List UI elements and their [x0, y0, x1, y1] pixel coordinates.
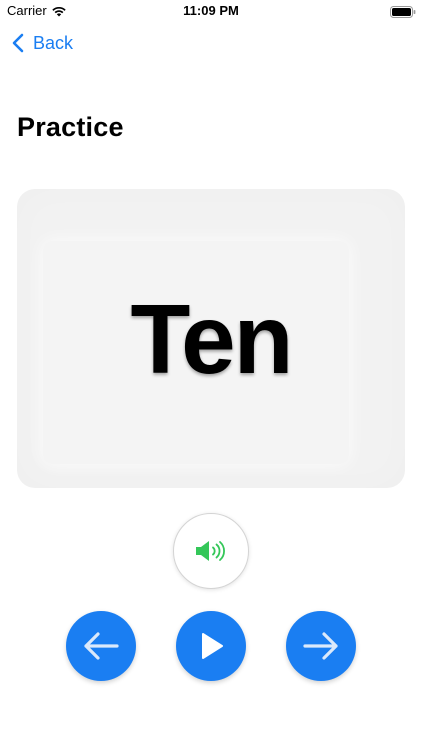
status-bar: Carrier 11:09 PM [0, 0, 422, 22]
arrow-left-icon [81, 631, 121, 661]
speak-button[interactable] [173, 513, 249, 589]
speaker-icon [194, 539, 228, 563]
next-button[interactable] [286, 611, 356, 681]
flash-card[interactable]: Ten [17, 189, 405, 488]
card-word: Ten [130, 284, 294, 394]
play-button[interactable] [176, 611, 246, 681]
play-icon [197, 631, 225, 661]
status-time: 11:09 PM [183, 3, 239, 18]
arrow-right-icon [301, 631, 341, 661]
chevron-left-icon [12, 33, 24, 53]
back-button[interactable]: Back [12, 30, 73, 56]
page-title: Practice [17, 112, 124, 142]
back-label: Back [33, 32, 74, 53]
previous-button[interactable] [66, 611, 136, 681]
battery-icon [390, 5, 416, 18]
